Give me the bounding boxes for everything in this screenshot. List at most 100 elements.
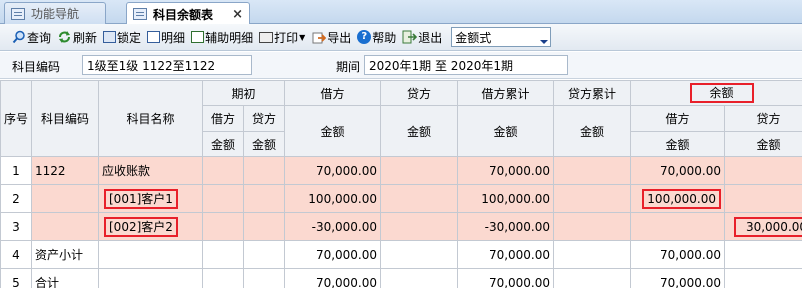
col-code[interactable]: 科目编码	[31, 80, 99, 157]
row-seq: 4	[0, 240, 32, 269]
row-balance-credit	[724, 184, 802, 213]
account-code-field[interactable]: 1级至1级 1122至1122	[82, 55, 252, 75]
export-label: 导出	[327, 30, 352, 45]
refresh-icon	[57, 30, 72, 45]
query-button[interactable]: 查询	[8, 27, 54, 47]
col-debit[interactable]: 借方	[284, 80, 382, 106]
col-balance-debit-amount[interactable]: 金额	[630, 131, 726, 157]
period-field[interactable]: 2020年1期 至 2020年1期	[364, 55, 568, 75]
col-credit-amount[interactable]: 金额	[380, 105, 459, 157]
col-balance-debit[interactable]: 借方	[630, 105, 726, 132]
print-button[interactable]: 打印 ▼	[256, 27, 308, 47]
lock-icon	[103, 31, 117, 43]
col-debit-cum[interactable]: 借方累计	[457, 80, 555, 106]
refresh-label: 刷新	[73, 30, 98, 45]
row-opening-debit	[202, 156, 244, 185]
col-credit-cum-amount[interactable]: 金额	[553, 105, 632, 157]
row-opening-debit	[202, 184, 244, 213]
row-credit-cum	[553, 268, 632, 288]
exit-label: 退出	[418, 30, 443, 45]
row-name: [001]客户1	[98, 184, 203, 213]
balance-header-label: 余额	[689, 83, 754, 103]
row-opening-credit	[242, 240, 286, 269]
help-icon: ?	[357, 30, 372, 44]
col-seq[interactable]: 序号	[0, 80, 32, 157]
row-credit-cum	[553, 184, 632, 213]
row-debit: 70,000.00	[284, 268, 382, 288]
help-button[interactable]: ? 帮助	[354, 27, 399, 47]
aux-detail-label: 辅助明细	[205, 30, 254, 45]
row-balance-debit: 70,000.00	[630, 240, 726, 269]
exit-button[interactable]: 退出	[399, 27, 445, 47]
col-credit-cum[interactable]: 贷方累计	[553, 80, 632, 106]
chevron-down-icon: ▼	[299, 32, 306, 42]
table-row[interactable]: 5 合计 70,000.00 70,000.00 70,000.00	[0, 268, 802, 288]
export-icon	[311, 30, 326, 45]
row-name: [002]客户2	[98, 212, 203, 241]
row-balance-credit	[724, 156, 802, 185]
aux-detail-icon	[191, 31, 205, 43]
query-label: 查询	[27, 30, 52, 45]
close-icon[interactable]: ×	[232, 7, 243, 22]
filter-row: 科目编码 1级至1级 1122至1122 期间 2020年1期 至 2020年1…	[0, 52, 802, 79]
row-credit-cum	[553, 212, 632, 241]
export-button[interactable]: 导出	[308, 27, 354, 47]
row-seq: 2	[0, 184, 32, 213]
lock-button[interactable]: 锁定	[100, 27, 144, 47]
table-row[interactable]: 2 [001]客户1 100,000.00 100,000.00 100,000…	[0, 184, 802, 213]
aux-detail-button[interactable]: 辅助明细	[188, 27, 256, 47]
col-balance-credit-amount[interactable]: 金额	[724, 131, 802, 157]
row-opening-credit	[242, 268, 286, 288]
table-row[interactable]: 4 资产小计 70,000.00 70,000.00 70,000.00	[0, 240, 802, 269]
row-seq: 1	[0, 156, 32, 185]
row-credit-cum	[553, 240, 632, 269]
table-row[interactable]: 1 1122 应收账款 70,000.00 70,000.00 70,000.0…	[0, 156, 802, 185]
tab-label: 功能导航	[31, 7, 80, 21]
printer-icon	[259, 31, 274, 43]
row-opening-credit	[242, 212, 286, 241]
row-opening-credit	[242, 184, 286, 213]
toolbar: 查询 刷新 锁定 明细 辅助明细 打印 ▼ 导出 ? 帮助 退出 金额式	[0, 24, 802, 51]
row-debit: 70,000.00	[284, 156, 382, 185]
row-debit: 70,000.00	[284, 240, 382, 269]
col-name[interactable]: 科目名称	[98, 80, 203, 157]
account-code-label: 科目编码	[12, 60, 61, 74]
row-debit: -30,000.00	[284, 212, 382, 241]
col-balance[interactable]: 余额	[630, 80, 802, 106]
row-opening-credit	[242, 156, 286, 185]
table-icon	[133, 8, 147, 20]
nav-icon	[11, 7, 25, 20]
format-select[interactable]: 金额式	[451, 27, 552, 47]
col-opening-debit-amount[interactable]: 金额	[202, 131, 244, 157]
row-debit-cum: 70,000.00	[457, 268, 555, 288]
col-debit-amount[interactable]: 金额	[284, 105, 382, 157]
detail-icon	[147, 31, 161, 43]
tab-function-nav[interactable]: 功能导航	[4, 2, 106, 24]
col-opening-credit[interactable]: 贷方	[242, 105, 286, 132]
col-balance-credit[interactable]: 贷方	[724, 105, 802, 132]
tab-bar: 功能导航 科目余额表 ×	[0, 0, 802, 25]
chevron-down-icon	[540, 40, 549, 44]
row-code	[31, 212, 99, 241]
row-debit: 100,000.00	[284, 184, 382, 213]
row-debit-cum: 70,000.00	[457, 156, 555, 185]
col-opening-credit-amount[interactable]: 金额	[242, 131, 286, 157]
table-row[interactable]: 3 [002]客户2 -30,000.00 -30,000.00 30,000.…	[0, 212, 802, 241]
tab-label: 科目余额表	[153, 7, 214, 22]
exit-icon	[402, 30, 418, 45]
row-balance-debit: 70,000.00	[630, 156, 726, 185]
col-opening[interactable]: 期初	[201, 80, 286, 106]
detail-button[interactable]: 明细	[144, 27, 188, 47]
refresh-button[interactable]: 刷新	[54, 27, 100, 47]
tab-account-balance[interactable]: 科目余额表 ×	[126, 2, 250, 25]
row-name-value: [002]客户2	[104, 216, 178, 237]
balance-table: 序号 科目编码 科目名称 期初 借方 贷方 借方累计 贷方累计 余额 借方 贷方…	[0, 80, 802, 288]
row-credit	[380, 156, 459, 185]
row-code	[31, 184, 99, 213]
row-balance-credit-value: 30,000.00	[733, 216, 802, 237]
col-debit-cum-amount[interactable]: 金额	[457, 105, 555, 157]
col-credit[interactable]: 贷方	[380, 80, 459, 106]
col-opening-debit[interactable]: 借方	[202, 105, 244, 132]
row-name: 应收账款	[98, 156, 203, 185]
row-balance-credit: 30,000.00	[724, 212, 802, 241]
